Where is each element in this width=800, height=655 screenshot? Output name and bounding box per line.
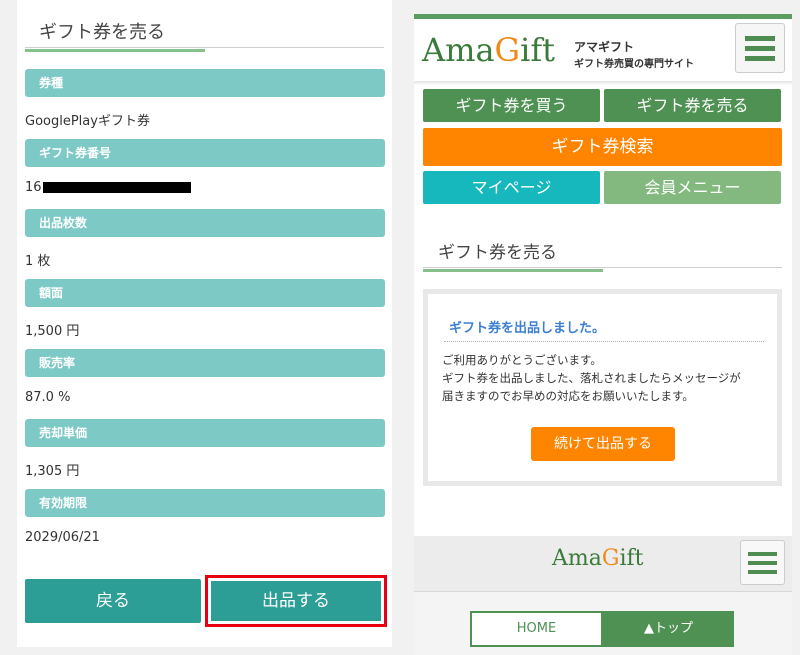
page-title: ギフト券を売る — [39, 22, 165, 43]
footer-home-link[interactable]: HOME — [470, 611, 603, 647]
section-title: ギフト券を売る — [438, 243, 557, 263]
field-value-expiry: 2029/06/21 — [25, 530, 100, 545]
nav-member-menu-button[interactable]: 会員メニュー — [604, 171, 781, 204]
message-line-2: ギフト券を出品しました、落札されましたらメッセージが — [442, 371, 741, 385]
field-value-sale-rate: 87.0 % — [25, 390, 71, 405]
submit-highlight: 出品する — [205, 575, 387, 627]
confirmation-message-box: ギフト券を出品しました。 ご利用ありがとうございます。 ギフト券を出品しました、… — [423, 289, 782, 486]
field-value-code: 16 — [25, 180, 191, 195]
field-label-face-value: 額面 — [25, 279, 385, 307]
field-label-quantity: 出品枚数 — [25, 209, 385, 237]
logo-subtitle-name: アマギフト — [574, 40, 635, 54]
site-header: AmaGift アマギフト ギフト券売買の専門サイト — [414, 19, 792, 81]
field-label-unit-price: 売却単価 — [25, 419, 385, 447]
continue-listing-button[interactable]: 続けて出品する — [531, 427, 675, 461]
submit-listing-button[interactable]: 出品する — [211, 581, 381, 621]
title-divider — [25, 47, 384, 48]
field-label-code: ギフト券番号 — [25, 139, 385, 167]
nav-sell-button[interactable]: ギフト券を売る — [604, 89, 781, 122]
footer-hamburger-menu-icon[interactable] — [740, 540, 785, 585]
header-shadow — [414, 81, 792, 85]
site-footer: AmaGift — [414, 536, 792, 591]
redaction-bar — [42, 182, 191, 193]
nav-buy-button[interactable]: ギフト券を買う — [423, 89, 600, 122]
message-line-3: 届きますのでお早めの対応をお願いいたします。 — [442, 389, 694, 403]
title-underline — [25, 49, 205, 52]
message-title: ギフト券を出品しました。 — [449, 321, 606, 336]
message-line-1: ご利用ありがとうございます。 — [442, 353, 602, 367]
footer-links: HOME ▲トップ — [414, 592, 792, 655]
site-logo[interactable]: AmaGift — [422, 31, 555, 69]
field-label-expiry: 有効期限 — [25, 489, 385, 517]
hamburger-menu-icon[interactable] — [735, 23, 785, 73]
nav-search-button[interactable]: ギフト券検索 — [423, 128, 782, 166]
field-value-quantity: 1 枚 — [25, 254, 51, 269]
field-value-type: GooglePlayギフト券 — [25, 114, 150, 129]
field-value-unit-price: 1,305 円 — [25, 464, 80, 479]
field-value-face-value: 1,500 円 — [25, 324, 80, 339]
section-divider — [423, 267, 782, 268]
confirmation-panel: AmaGift アマギフト ギフト券売買の専門サイト ギフト券を買う ギフト券を… — [414, 14, 792, 655]
message-divider — [444, 341, 764, 342]
footer-logo[interactable]: AmaGift — [552, 546, 643, 571]
back-button[interactable]: 戻る — [25, 579, 201, 623]
sell-form-panel: ギフト券を売る 券種 GooglePlayギフト券 ギフト券番号 16 出品枚数… — [17, 0, 392, 647]
logo-subtitle-tagline: ギフト券売買の専門サイト — [574, 59, 694, 70]
section-underline — [423, 269, 603, 272]
field-label-sale-rate: 販売率 — [25, 349, 385, 377]
field-label-type: 券種 — [25, 69, 385, 97]
footer-back-to-top-link[interactable]: ▲トップ — [603, 611, 734, 647]
nav-mypage-button[interactable]: マイページ — [423, 171, 600, 204]
